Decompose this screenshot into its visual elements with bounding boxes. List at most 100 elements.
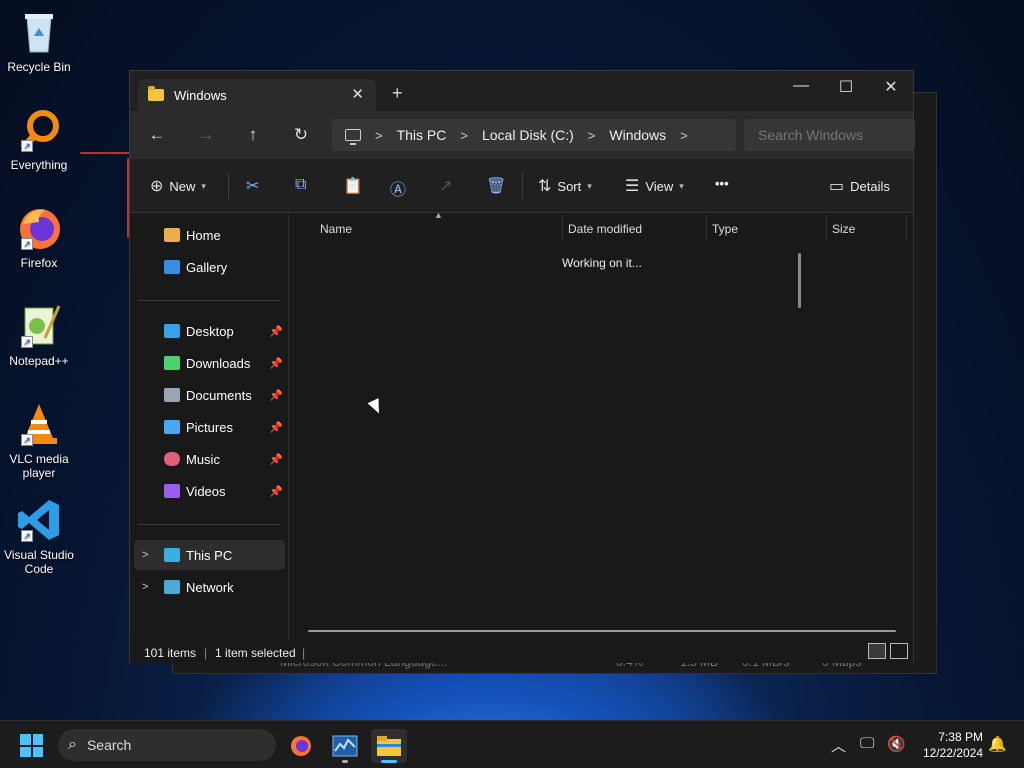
shortcut-arrow-icon: ↗	[21, 530, 33, 542]
back-button[interactable]: ←	[145, 125, 169, 145]
sidebar-item-videos[interactable]: Videos 📌	[134, 476, 285, 506]
desktop-icon-recycle-bin[interactable]: Recycle Bin	[4, 8, 74, 74]
sidebar-item-label: Network	[186, 579, 234, 595]
sidebar-item-documents[interactable]: Documents 📌	[134, 380, 285, 410]
sidebar-item-home[interactable]: Home	[134, 220, 285, 250]
column-divider[interactable]	[562, 214, 563, 240]
shortcut-arrow-icon: ↗	[21, 336, 33, 348]
sidebar-item-label: Downloads	[186, 355, 251, 371]
status-divider: |	[302, 646, 306, 660]
tab-close-icon[interactable]: ✕	[351, 85, 364, 103]
chevron-right-icon[interactable]: >	[680, 128, 688, 143]
column-header-type[interactable]: Type	[712, 222, 738, 236]
scissors-icon: ✂	[246, 178, 260, 195]
pictures-icon	[164, 420, 180, 434]
forward-button[interactable]: →	[194, 125, 218, 145]
column-divider[interactable]	[906, 214, 907, 240]
details-view-button[interactable]	[868, 643, 886, 659]
breadcrumb-local-disk[interactable]: Local Disk (C:)	[482, 127, 574, 143]
file-explorer-window[interactable]: Windows ✕ + — ☐ ✕ ← → ↑ ↻ > This PC > Lo…	[129, 70, 915, 663]
details-button[interactable]: ▭ Details	[829, 176, 890, 196]
minimize-button[interactable]: —	[786, 77, 816, 95]
toolbar-divider	[522, 173, 523, 199]
column-divider[interactable]	[706, 214, 707, 240]
sidebar-item-downloads[interactable]: Downloads 📌	[134, 348, 285, 378]
more-options-button[interactable]: •••	[715, 176, 729, 191]
desktop-icon-label: Everything	[10, 158, 68, 172]
taskbar-app-task-manager[interactable]	[327, 729, 363, 763]
sidebar-item-label: Documents	[186, 387, 252, 403]
cut-button[interactable]: ✂	[246, 176, 259, 196]
pin-icon[interactable]: 📌	[269, 485, 283, 498]
windows-logo-icon	[20, 734, 31, 745]
view-icon: ☰	[625, 178, 640, 195]
sort-icon: ⇅	[538, 178, 552, 195]
tiles-view-button[interactable]	[890, 643, 908, 659]
taskbar-app-file-explorer[interactable]	[371, 729, 407, 763]
up-button[interactable]: ↑	[241, 125, 265, 145]
vertical-scrollbar[interactable]	[798, 253, 801, 308]
start-button[interactable]	[20, 734, 43, 757]
show-hidden-icons-chevron-icon[interactable]: ︿	[831, 735, 846, 756]
volume-muted-icon[interactable]: 🔇	[887, 735, 906, 753]
active-indicator	[381, 760, 397, 763]
sidebar-item-label: Gallery	[186, 259, 228, 275]
column-header-name[interactable]: Name	[320, 222, 352, 236]
desktop-icon-notepad-plus-plus[interactable]: ↗ Notepad++	[4, 302, 74, 368]
chevron-down-icon: ▾	[201, 180, 206, 191]
sidebar-item-this-pc[interactable]: > This PC	[134, 540, 285, 570]
sidebar-item-music[interactable]: Music 📌	[134, 444, 285, 474]
desktop-icon-everything[interactable]: ↗ Everything	[4, 106, 74, 172]
notification-bell-icon[interactable]: 🔔	[988, 735, 1007, 753]
close-window-button[interactable]: ✕	[876, 77, 906, 97]
column-divider[interactable]	[826, 214, 827, 240]
desktop-icon-vscode[interactable]: ↗ Visual Studio Code	[4, 496, 74, 576]
rename-button[interactable]: Ⓐ	[390, 176, 406, 200]
taskbar-search[interactable]: ⌕ Search	[58, 729, 276, 761]
title-bar[interactable]: Windows ✕ + — ☐ ✕	[130, 71, 913, 111]
pin-icon[interactable]: 📌	[269, 325, 283, 338]
view-button[interactable]: ☰ View ▾	[625, 176, 684, 196]
chevron-right-icon[interactable]: >	[588, 128, 596, 143]
chevron-right-icon[interactable]: >	[142, 549, 148, 561]
new-button[interactable]: ⊕ New ▾	[150, 176, 206, 196]
pin-icon[interactable]: 📌	[269, 421, 283, 434]
column-header-size[interactable]: Size	[832, 222, 855, 236]
tab-windows[interactable]: Windows ✕	[138, 79, 376, 111]
desktop-icon-vlc[interactable]: ↗ VLC media player	[4, 400, 74, 480]
system-clock[interactable]: 7:38 PM 12/22/2024	[915, 729, 983, 761]
column-header-date-modified[interactable]: Date modified	[568, 222, 642, 236]
desktop-icon-firefox[interactable]: ↗ Firefox	[4, 204, 74, 270]
shortcut-arrow-icon: ↗	[21, 434, 33, 446]
sort-button[interactable]: ⇅ Sort ▾	[538, 176, 592, 196]
address-bar[interactable]: > This PC > Local Disk (C:) > Windows >	[332, 119, 736, 151]
windows-logo-icon	[32, 734, 43, 745]
maximize-button[interactable]: ☐	[831, 77, 861, 97]
file-list[interactable]: ▲ Name Date modified Type Size Working o…	[290, 210, 914, 641]
refresh-button[interactable]: ↻	[289, 125, 313, 145]
sidebar-item-desktop[interactable]: Desktop 📌	[134, 316, 285, 346]
breadcrumb-windows[interactable]: Windows	[609, 127, 666, 143]
item-count: 101 items	[144, 646, 197, 660]
sidebar-item-gallery[interactable]: Gallery	[134, 252, 285, 282]
horizontal-scrollbar[interactable]	[308, 630, 896, 632]
delete-button[interactable]: 🗑	[486, 176, 506, 196]
pin-icon[interactable]: 📌	[269, 357, 283, 370]
sidebar-item-pictures[interactable]: Pictures 📌	[134, 412, 285, 442]
chevron-right-icon[interactable]: >	[460, 128, 468, 143]
shortcut-arrow-icon: ↗	[21, 238, 33, 250]
breadcrumb-this-pc[interactable]: This PC	[397, 127, 447, 143]
search-input[interactable]	[744, 119, 915, 151]
new-tab-button[interactable]: +	[392, 83, 403, 104]
chevron-right-icon[interactable]: >	[142, 581, 148, 593]
pin-icon[interactable]: 📌	[269, 389, 283, 402]
firefox-icon: ↗	[15, 204, 63, 252]
chevron-right-icon[interactable]: >	[375, 128, 383, 143]
share-button[interactable]: ↗	[439, 176, 452, 196]
paste-button[interactable]: 📋	[343, 176, 363, 196]
copy-button[interactable]: ⧉	[295, 176, 306, 194]
network-status-icon[interactable]: 🖵	[860, 735, 874, 752]
taskbar-app-firefox[interactable]	[283, 729, 319, 763]
pin-icon[interactable]: 📌	[269, 453, 283, 466]
sidebar-item-network[interactable]: > Network	[134, 572, 285, 602]
